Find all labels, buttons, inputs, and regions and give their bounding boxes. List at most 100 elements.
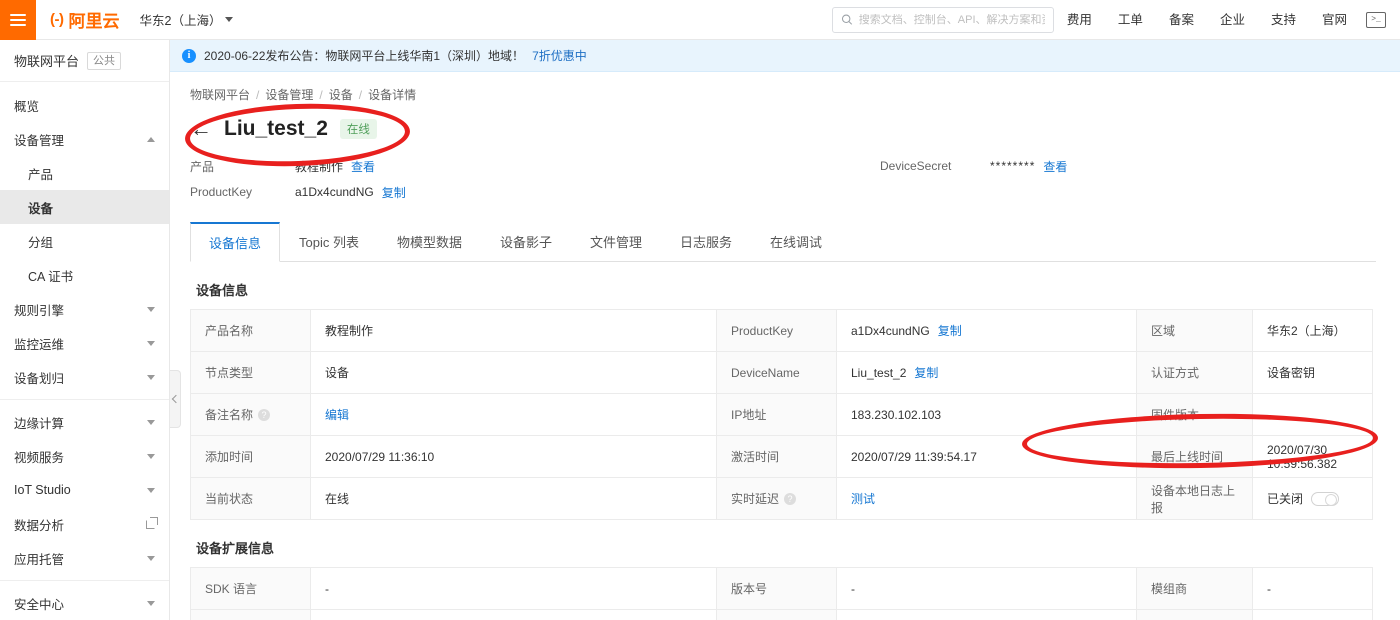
device-info-section-title: 设备信息 bbox=[196, 283, 249, 298]
top-header-bar: (-) 阿里云 华东2（上海） 费用 工单 备案 企业 支持 官网 >_ bbox=[0, 0, 1400, 40]
sidebar-item-monitoring[interactable]: 监控运维 bbox=[0, 326, 169, 360]
sidebar-item-edge-computing[interactable]: 边缘计算 bbox=[0, 405, 169, 439]
view-product-link[interactable]: 查看 bbox=[351, 158, 375, 175]
sidebar-item-device-assignment[interactable]: 设备划归 bbox=[0, 360, 169, 394]
announcement-promo-link[interactable]: 7折优惠中 bbox=[532, 47, 587, 64]
sidebar-item-devices[interactable]: 设备 bbox=[0, 190, 169, 224]
sidebar-item-label: CA 证书 bbox=[28, 269, 74, 284]
tab-log-service[interactable]: 日志服务 bbox=[661, 222, 751, 262]
announcement-banner: i 2020-06-22发布公告：物联网平台上线华南1（深圳）地域！ 7折优惠中 bbox=[170, 40, 1400, 72]
region-label: 华东2（上海） bbox=[139, 14, 222, 28]
cell-value-region: 华东2（上海） bbox=[1252, 309, 1373, 352]
copy-productkey-link[interactable]: 复制 bbox=[382, 184, 406, 201]
nav-item-icp[interactable]: 备案 bbox=[1156, 0, 1207, 40]
region-selector[interactable]: 华东2（上海） bbox=[132, 10, 242, 29]
logo-text: 阿里云 bbox=[68, 12, 120, 31]
chevron-down-icon bbox=[147, 453, 155, 459]
tab-file-management[interactable]: 文件管理 bbox=[571, 222, 661, 262]
cell-key-productkey: ProductKey bbox=[716, 309, 837, 352]
nav-item-website[interactable]: 官网 bbox=[1309, 0, 1360, 40]
chevron-down-icon bbox=[147, 555, 155, 561]
sidebar-item-label: 视频服务 bbox=[14, 450, 65, 465]
breadcrumb-separator: / bbox=[256, 87, 260, 102]
table-row: 模组信息 - bbox=[190, 609, 1373, 620]
meta-value-product: 教程制作 bbox=[295, 159, 344, 174]
tab-device-shadow[interactable]: 设备影子 bbox=[481, 222, 571, 262]
sidebar-item-device-management[interactable]: 设备管理 bbox=[0, 122, 169, 156]
productkey-text: a1Dx4cundNG bbox=[851, 324, 930, 338]
sidebar-item-label: 产品 bbox=[28, 167, 54, 182]
cell-value-module-vendor: - bbox=[1252, 567, 1373, 610]
cell-value-ext-empty2 bbox=[1252, 609, 1373, 620]
copy-devicename-button[interactable]: 复制 bbox=[914, 366, 938, 380]
tab-tsl-data[interactable]: 物模型数据 bbox=[378, 222, 481, 262]
sidebar-item-label: 应用托管 bbox=[14, 552, 65, 567]
sidebar-item-label: 设备 bbox=[28, 201, 54, 216]
cell-key-created-time: 添加时间 bbox=[190, 435, 311, 478]
chevron-down-icon bbox=[225, 17, 234, 22]
cell-value-node-type: 设备 bbox=[310, 351, 717, 394]
breadcrumb-item-device-management[interactable]: 设备管理 bbox=[265, 86, 313, 103]
table-row: 当前状态 在线 实时延迟? 测试 设备本地日志上报 已关闭 bbox=[190, 477, 1373, 520]
tab-online-debug[interactable]: 在线调试 bbox=[751, 222, 841, 262]
chevron-up-icon bbox=[147, 136, 155, 142]
table-row: 添加时间 2020/07/29 11:36:10 激活时间 2020/07/29… bbox=[190, 435, 1373, 478]
nav-item-fees[interactable]: 费用 bbox=[1054, 0, 1105, 40]
console-terminal-icon[interactable]: >_ bbox=[1366, 11, 1386, 28]
global-search[interactable] bbox=[831, 6, 1054, 33]
cell-key-ext-empty bbox=[716, 609, 837, 620]
back-arrow-icon[interactable]: ← bbox=[190, 118, 212, 140]
sidebar-item-app-hosting[interactable]: 应用托管 bbox=[0, 541, 169, 575]
nav-item-enterprise[interactable]: 企业 bbox=[1207, 0, 1258, 40]
sidebar-item-iot-studio[interactable]: IoT Studio bbox=[0, 473, 169, 507]
status-badge: 在线 bbox=[339, 119, 377, 139]
table-row: 产品名称 教程制作 ProductKey a1Dx4cundNG 复制 区域 华东… bbox=[190, 309, 1373, 352]
help-circle-icon[interactable]: ? bbox=[258, 409, 271, 421]
sidebar-item-overview[interactable]: 概览 bbox=[0, 88, 169, 122]
local-log-toggle[interactable] bbox=[1311, 492, 1340, 506]
cell-value-realtime-latency: 测试 bbox=[836, 477, 1137, 520]
cell-key-module-info: 模组信息 bbox=[190, 609, 311, 620]
tab-topic-list[interactable]: Topic 列表 bbox=[280, 222, 378, 262]
breadcrumb-item-devices[interactable]: 设备 bbox=[329, 86, 353, 103]
sidebar-item-label: 设备管理 bbox=[14, 133, 65, 148]
sidebar-item-products[interactable]: 产品 bbox=[0, 156, 169, 190]
sidebar-item-label: 安全中心 bbox=[14, 597, 65, 612]
hamburger-icon[interactable] bbox=[0, 0, 36, 40]
nav-item-tickets[interactable]: 工单 bbox=[1105, 0, 1156, 40]
sidebar-item-label: 设备划归 bbox=[14, 371, 65, 386]
nav-item-support[interactable]: 支持 bbox=[1258, 0, 1309, 40]
sidebar-item-security-center[interactable]: 安全中心 bbox=[0, 586, 169, 620]
sidebar-product-header: 物联网平台 公共 bbox=[0, 40, 169, 82]
meta-value-productkey: a1Dx4cundNG bbox=[295, 185, 374, 199]
cell-value-devicename: Liu_test_2 复制 bbox=[836, 351, 1137, 394]
sidebar-item-video-service[interactable]: 视频服务 bbox=[0, 439, 169, 473]
cell-key-alias-name: 备注名称? bbox=[190, 393, 311, 436]
sidebar-item-ca-certificate[interactable]: CA 证书 bbox=[0, 258, 169, 292]
sidebar-item-groups[interactable]: 分组 bbox=[0, 224, 169, 258]
cell-key-auth-method: 认证方式 bbox=[1136, 351, 1253, 394]
edit-alias-link[interactable]: 编辑 bbox=[325, 408, 349, 422]
device-meta: 产品 教程制作 查看 ProductKey a1Dx4cundNG 复制 Dev… bbox=[190, 153, 1376, 205]
cell-value-module-info: - bbox=[310, 609, 717, 620]
main-content: i 2020-06-22发布公告：物联网平台上线华南1（深圳）地域！ 7折优惠中… bbox=[170, 40, 1400, 620]
search-input[interactable] bbox=[858, 13, 1045, 26]
cell-key-activated-time: 激活时间 bbox=[716, 435, 837, 478]
cell-key-region: 区域 bbox=[1136, 309, 1253, 352]
sidebar-item-label: 概览 bbox=[14, 99, 40, 114]
sidebar-item-data-analysis[interactable]: 数据分析 bbox=[0, 507, 169, 541]
collapse-sidebar-handle[interactable] bbox=[170, 370, 181, 428]
alibaba-cloud-logo[interactable]: (-) 阿里云 bbox=[36, 0, 132, 40]
breadcrumb-item-iot[interactable]: 物联网平台 bbox=[190, 86, 250, 103]
help-circle-icon[interactable]: ? bbox=[784, 493, 797, 505]
table-row: 备注名称? 编辑 IP地址 183.230.102.103 固件版本 - bbox=[190, 393, 1373, 436]
copy-productkey-button[interactable]: 复制 bbox=[938, 324, 962, 338]
breadcrumb-separator: / bbox=[319, 87, 323, 102]
sidebar-item-rule-engine[interactable]: 规则引擎 bbox=[0, 292, 169, 326]
cell-key-realtime-latency: 实时延迟? bbox=[716, 477, 837, 520]
view-devicesecret-link[interactable]: 查看 bbox=[1043, 158, 1067, 175]
cell-key-product-name: 产品名称 bbox=[190, 309, 311, 352]
test-latency-link[interactable]: 测试 bbox=[851, 492, 875, 506]
tab-device-info[interactable]: 设备信息 bbox=[190, 222, 281, 262]
breadcrumb-separator: / bbox=[358, 87, 363, 102]
